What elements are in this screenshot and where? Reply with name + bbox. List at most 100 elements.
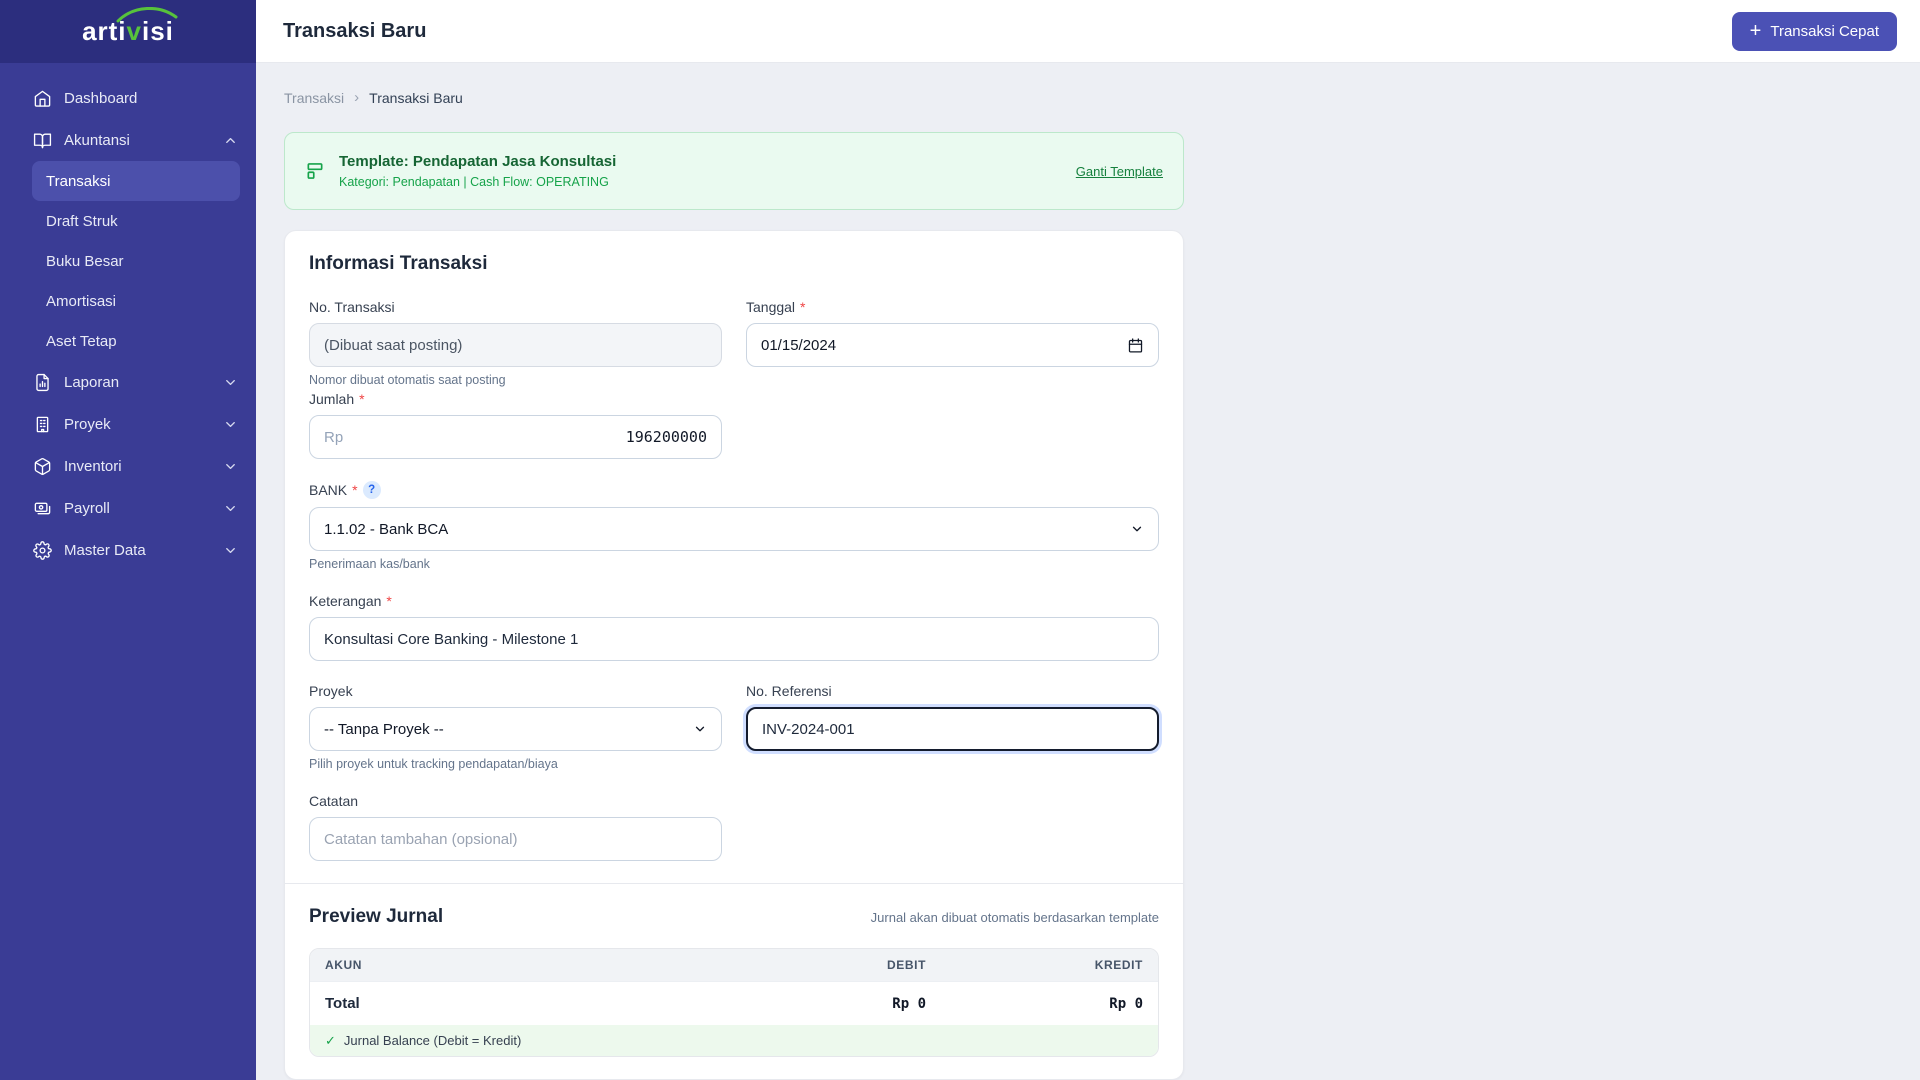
label-text: BANK: [309, 482, 348, 498]
main-area: Transaksi Baru + Transaksi Cepat Transak…: [256, 0, 1920, 1080]
sidebar-subitem-label: Amortisasi: [46, 292, 117, 310]
sidebar-item-akuntansi[interactable]: Akuntansi: [0, 119, 256, 161]
sidebar-subitem-buku-besar[interactable]: Buku Besar: [32, 241, 240, 281]
keterangan-input[interactable]: [309, 617, 1159, 661]
ganti-template-link[interactable]: Ganti Template: [1076, 164, 1163, 179]
transaction-form-card: Informasi Transaksi No. Transaksi Nomor …: [284, 230, 1184, 1080]
chevron-down-icon: [223, 501, 238, 516]
app-root: artivisi Dashboard Akuntansi Transaksi D…: [0, 0, 1920, 1080]
sidebar-item-dashboard[interactable]: Dashboard: [0, 77, 256, 119]
column-header-akun: AKUN: [325, 958, 363, 972]
catatan-input[interactable]: [309, 817, 722, 861]
jumlah-label: Jumlah *: [309, 391, 722, 407]
catatan-label: Catatan: [309, 793, 1159, 809]
required-asterisk: *: [386, 593, 392, 609]
calendar-icon[interactable]: [1127, 337, 1144, 354]
home-icon: [33, 89, 52, 108]
proyek-select[interactable]: -- Tanpa Proyek --: [309, 707, 722, 751]
page-title: Transaksi Baru: [283, 19, 427, 42]
plus-icon: +: [1749, 20, 1762, 42]
sidebar-item-payroll[interactable]: Payroll: [0, 487, 256, 529]
book-icon: [33, 131, 52, 150]
template-banner-subtitle: Kategori: Pendapatan | Cash Flow: OPERAT…: [339, 175, 609, 189]
jurnal-balance-text: Jurnal Balance (Debit = Kredit): [343, 1033, 522, 1048]
tanggal-value: 01/15/2024: [761, 336, 837, 354]
proyek-selected-value: -- Tanpa Proyek --: [324, 720, 444, 738]
preview-jurnal-note: Jurnal akan dibuat otomatis berdasarkan …: [870, 909, 1159, 925]
chevron-down-icon: [223, 417, 238, 432]
transaksi-cepat-button[interactable]: + Transaksi Cepat: [1731, 11, 1897, 51]
sidebar-item-laporan[interactable]: Laporan: [0, 361, 256, 403]
bank-select[interactable]: 1.1.02 - Bank BCA: [309, 507, 1159, 551]
sidebar-subitem-amortisasi[interactable]: Amortisasi: [32, 281, 240, 321]
sidebar-item-label: Master Data: [64, 541, 146, 559]
referensi-group: No. Referensi: [746, 683, 1159, 771]
tanggal-label: Tanggal *: [746, 299, 1159, 315]
currency-prefix: Rp: [324, 428, 344, 446]
help-icon[interactable]: ?: [362, 481, 381, 499]
payroll-icon: [33, 499, 52, 518]
referensi-label: No. Referensi: [746, 683, 1159, 699]
proyek-group: Proyek -- Tanpa Proyek -- Pilih proyek u…: [309, 683, 722, 771]
chevron-up-icon: [223, 133, 238, 148]
jurnal-table-header: AKUN DEBIT KREDIT: [310, 949, 1158, 981]
proyek-label: Proyek: [309, 683, 722, 699]
proyek-helper: Pilih proyek untuk tracking pendapatan/b…: [309, 757, 558, 771]
required-asterisk: *: [800, 299, 806, 315]
jurnal-total-row: Total Rp 0 Rp 0: [310, 981, 1158, 1025]
chevron-down-icon: [223, 375, 238, 390]
section-title: Informasi Transaksi: [309, 253, 488, 274]
sidebar-item-proyek[interactable]: Proyek: [0, 403, 256, 445]
page-content: Transaksi › Transaksi Baru Template: Pen…: [256, 63, 1920, 1080]
bank-helper: Penerimaan kas/bank: [309, 557, 430, 571]
label-text: Jumlah: [309, 391, 355, 407]
logo-text: artivisi: [82, 7, 178, 47]
jumlah-field[interactable]: Rp 196200000: [309, 415, 722, 459]
preview-jurnal-section: Preview Jurnal Jurnal akan dibuat otomat…: [285, 884, 1183, 1079]
sidebar-subitem-label: Draft Struk: [46, 212, 118, 230]
label-text: Proyek: [309, 683, 353, 699]
jumlah-value: 196200000: [625, 428, 707, 446]
sidebar-item-label: Akuntansi: [64, 131, 130, 149]
sidebar-nav: Dashboard Akuntansi Transaksi Draft Stru…: [0, 63, 256, 571]
cube-icon: [33, 457, 52, 476]
template-banner-text: Template: Pendapatan Jasa Konsultasi Kat…: [339, 153, 616, 189]
required-asterisk: *: [359, 391, 365, 407]
referensi-input[interactable]: [746, 707, 1159, 751]
label-text: Tanggal: [746, 299, 796, 315]
transaksi-cepat-label: Transaksi Cepat: [1770, 22, 1879, 40]
sidebar-item-label: Laporan: [64, 373, 120, 391]
breadcrumb: Transaksi › Transaksi Baru: [284, 89, 1920, 106]
sidebar-item-label: Proyek: [64, 415, 111, 433]
sidebar-item-label: Inventori: [64, 457, 122, 475]
no-transaksi-helper: Nomor dibuat otomatis saat posting: [309, 373, 506, 387]
logo[interactable]: artivisi: [0, 0, 256, 63]
sidebar-subitem-aset-tetap[interactable]: Aset Tetap: [32, 321, 240, 361]
tanggal-date-field[interactable]: 01/15/2024: [746, 323, 1159, 367]
catatan-group: Catatan: [309, 793, 1159, 861]
sidebar-subitem-transaksi[interactable]: Transaksi: [32, 161, 240, 201]
preview-jurnal-title: Preview Jurnal: [309, 906, 444, 927]
sidebar-subitem-draft-struk[interactable]: Draft Struk: [32, 201, 240, 241]
breadcrumb-transaksi[interactable]: Transaksi: [284, 90, 344, 106]
total-kredit-value: Rp 0: [1109, 995, 1143, 1012]
total-debit-value: Rp 0: [892, 995, 926, 1012]
breadcrumb-separator-icon: ›: [354, 89, 360, 106]
bank-group: BANK * ? 1.1.02 - Bank BCA Penerimaan ka…: [309, 481, 1159, 571]
template-banner-title: Template: Pendapatan Jasa Konsultasi: [339, 153, 617, 170]
sidebar-item-master-data[interactable]: Master Data: [0, 529, 256, 571]
sidebar-item-inventori[interactable]: Inventori: [0, 445, 256, 487]
sidebar-item-label: Dashboard: [64, 89, 138, 107]
tanggal-group: Tanggal * 01/15/2024: [746, 299, 1159, 387]
gear-icon: [33, 540, 52, 560]
jurnal-table: AKUN DEBIT KREDIT Total Rp 0 Rp 0 ✓ Jurn…: [309, 948, 1159, 1057]
bank-label: BANK * ?: [309, 481, 1159, 499]
chevron-down-icon: [223, 543, 238, 558]
template-banner: Template: Pendapatan Jasa Konsultasi Kat…: [284, 132, 1184, 210]
chevron-down-icon: [1130, 522, 1144, 536]
building-icon: [33, 415, 52, 434]
chevron-down-icon: [693, 722, 707, 736]
column-header-kredit: KREDIT: [1094, 958, 1143, 972]
sidebar: artivisi Dashboard Akuntansi Transaksi D…: [0, 0, 256, 1080]
sidebar-subitem-label: Transaksi: [46, 172, 111, 190]
